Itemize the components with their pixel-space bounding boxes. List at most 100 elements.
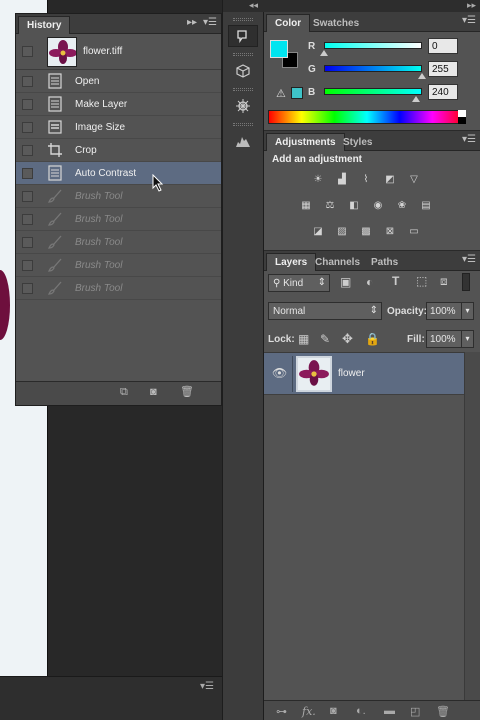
chevron-down-icon[interactable]: ▾ <box>461 303 473 319</box>
layer-row-flower[interactable]: 👁 flower <box>264 353 464 395</box>
group-folder-icon[interactable]: ▬ <box>384 705 395 717</box>
gradient-map-icon[interactable]: ▭ <box>402 221 426 241</box>
g-value[interactable]: 255 <box>428 61 458 77</box>
adjustment-layer-icon[interactable]: ◐. <box>356 705 366 717</box>
history-item[interactable]: Brush Tool <box>16 277 221 300</box>
color-lookup-icon[interactable]: ▤ <box>414 195 438 215</box>
history-item-checkbox[interactable] <box>22 121 33 133</box>
collapse-right-icon[interactable]: ▸▸ <box>467 0 476 11</box>
photo-filter-icon[interactable]: ◉ <box>366 195 390 215</box>
history-item-checkbox[interactable] <box>22 167 33 179</box>
trash-icon[interactable]: 🗑 <box>436 705 450 718</box>
history-item-checkbox[interactable] <box>22 190 33 202</box>
filter-smart-object-icon[interactable]: ⧈ <box>440 274 448 289</box>
b-track[interactable] <box>324 88 422 95</box>
collapse-left-icon[interactable]: ◂◂ <box>249 0 258 11</box>
layer-filter-dropdown[interactable]: ⚲ Kind ⇕ <box>268 274 330 292</box>
history-item-checkbox[interactable] <box>22 144 33 156</box>
history-strip-icon[interactable] <box>228 25 258 47</box>
add-mask-icon[interactable]: ◙ <box>330 705 337 717</box>
tab-styles[interactable]: Styles <box>334 133 381 151</box>
strip-grip[interactable] <box>233 88 253 91</box>
canvas-menu-icon[interactable]: ▾☰ <box>200 681 214 692</box>
history-item[interactable]: Auto Contrast <box>16 162 221 185</box>
g-slider[interactable]: G 255 <box>308 61 480 79</box>
new-layer-icon[interactable]: ◰ <box>410 705 420 718</box>
black-chip[interactable] <box>458 117 466 124</box>
tab-adjustments[interactable]: Adjustments <box>266 133 345 151</box>
lock-position-move-icon[interactable]: ✥ <box>342 331 353 347</box>
tab-channels[interactable]: Channels <box>306 253 369 271</box>
g-track[interactable] <box>324 65 422 72</box>
layers-scrollbar[interactable] <box>464 352 480 700</box>
history-item[interactable]: Brush Tool <box>16 254 221 277</box>
curves-icon[interactable]: ⌇ <box>354 169 378 189</box>
r-thumb[interactable] <box>320 50 328 56</box>
trash-icon[interactable]: 🗑 <box>180 385 194 398</box>
r-slider[interactable]: R 0 <box>308 38 480 56</box>
history-item-checkbox[interactable] <box>22 75 33 87</box>
snapshot-checkbox[interactable] <box>22 46 33 57</box>
fx-icon[interactable]: fx. <box>302 705 316 718</box>
exposure-icon[interactable]: ◩ <box>378 169 402 189</box>
strip-grip[interactable] <box>233 53 253 56</box>
history-item[interactable]: Brush Tool <box>16 208 221 231</box>
r-value[interactable]: 0 <box>428 38 458 54</box>
expand-icon[interactable]: ▸▸ <box>187 17 197 28</box>
layer-name[interactable]: flower <box>338 368 365 379</box>
invert-icon[interactable]: ◪ <box>306 221 330 241</box>
strip-grip[interactable] <box>233 18 253 21</box>
tab-paths[interactable]: Paths <box>362 253 407 271</box>
history-snapshot[interactable]: flower.tiff <box>16 34 221 70</box>
camera-icon[interactable]: ◙ <box>150 386 157 398</box>
g-thumb[interactable] <box>418 73 426 79</box>
filter-pixel-icon[interactable]: ▣ <box>340 275 351 289</box>
color-balance-icon[interactable]: ⚖ <box>318 195 342 215</box>
lock-all-padlock-icon[interactable]: 🔒 <box>365 332 380 346</box>
filter-adjustment-icon[interactable]: ◐ <box>366 275 373 289</box>
panel-menu-icon[interactable]: ▾☰ <box>462 134 476 145</box>
panel-menu-icon[interactable]: ▾☰ <box>462 254 476 265</box>
history-item[interactable]: Image Size <box>16 116 221 139</box>
vibrance-icon[interactable]: ▽ <box>402 169 426 189</box>
gamut-color-chip[interactable] <box>291 87 303 99</box>
history-item[interactable]: Open <box>16 70 221 93</box>
panel-menu-icon[interactable]: ▾☰ <box>462 15 476 26</box>
posterize-icon[interactable]: ▨ <box>330 221 354 241</box>
history-item-checkbox[interactable] <box>22 213 33 225</box>
b-value[interactable]: 240 <box>428 84 458 100</box>
brightness-contrast-icon[interactable]: ☀ <box>306 169 330 189</box>
blend-mode-select[interactable]: Normal ⇕ <box>268 302 382 320</box>
visibility-eye-icon[interactable]: 👁 <box>272 366 287 380</box>
selective-color-icon[interactable]: ⊠ <box>378 221 402 241</box>
out-of-gamut-warning-icon[interactable]: ⚠ <box>276 87 286 100</box>
lock-transparency-icon[interactable]: ▦ <box>298 332 309 346</box>
foreground-swatch[interactable] <box>270 40 288 58</box>
history-item-checkbox[interactable] <box>22 282 33 294</box>
levels-icon[interactable]: ▟ <box>330 169 354 189</box>
history-item[interactable]: Crop <box>16 139 221 162</box>
fill-input[interactable]: 100% ▾ <box>426 330 474 348</box>
white-chip[interactable] <box>458 110 466 117</box>
tab-swatches[interactable]: Swatches <box>304 14 368 32</box>
b-slider[interactable]: B 240 <box>308 84 480 102</box>
filter-shape-icon[interactable]: ⬚ <box>416 274 427 288</box>
panel-menu-icon[interactable]: ▾☰ <box>203 17 217 28</box>
b-thumb[interactable] <box>412 96 421 102</box>
navigator-wheel-icon[interactable] <box>228 95 258 117</box>
3d-cube-icon[interactable] <box>228 60 258 82</box>
hue-saturation-icon[interactable]: ▦ <box>294 195 318 215</box>
history-item-checkbox[interactable] <box>22 98 33 110</box>
history-item[interactable]: Make Layer <box>16 93 221 116</box>
r-track[interactable] <box>324 42 422 49</box>
tab-history[interactable]: History <box>18 16 71 34</box>
color-ramp[interactable] <box>268 110 466 124</box>
strip-grip[interactable] <box>233 123 253 126</box>
channel-mixer-icon[interactable]: ❀ <box>390 195 414 215</box>
history-item[interactable]: Brush Tool <box>16 185 221 208</box>
threshold-icon[interactable]: ▩ <box>354 221 378 241</box>
filter-type-icon[interactable]: T <box>392 274 399 288</box>
opacity-input[interactable]: 100% ▾ <box>426 302 474 320</box>
filter-toggle[interactable] <box>462 273 470 291</box>
new-document-from-state-icon[interactable]: ⧉ <box>120 386 128 399</box>
